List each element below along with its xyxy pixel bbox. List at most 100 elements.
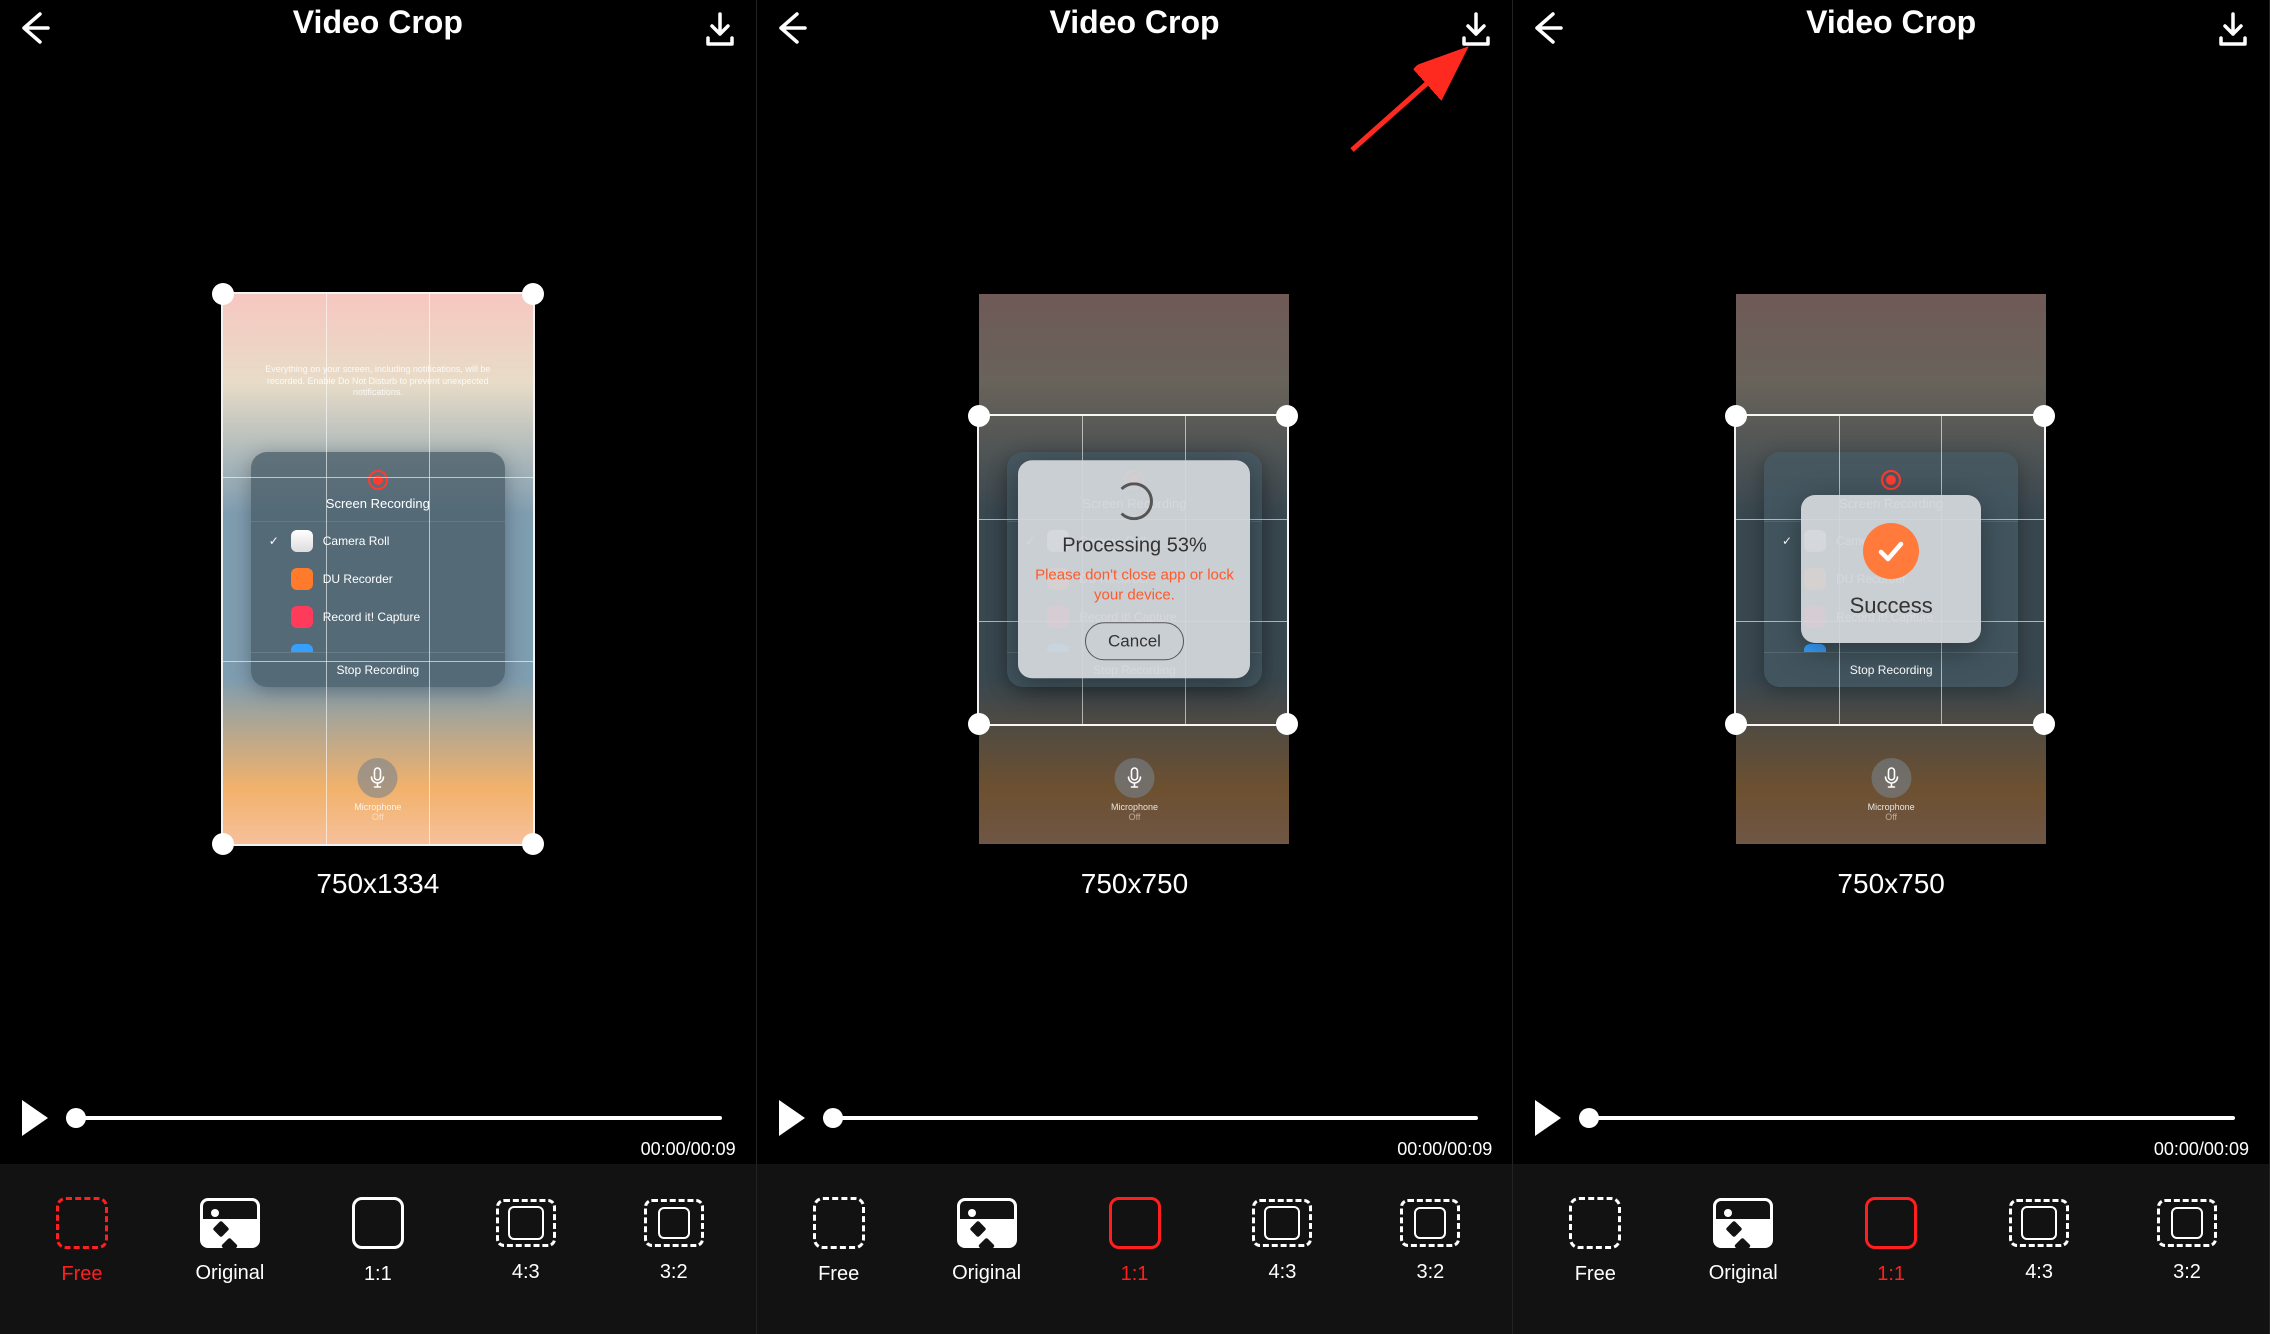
ratio-free[interactable]: Free bbox=[1521, 1197, 1669, 1286]
annotation-arrow bbox=[1342, 40, 1482, 160]
ratio-original-icon bbox=[200, 1198, 260, 1248]
ratio-4-3-icon bbox=[2009, 1199, 2069, 1247]
timecode: 00:00/00:09 bbox=[641, 1139, 736, 1160]
ratio-4-3-icon bbox=[1252, 1199, 1312, 1247]
play-button[interactable] bbox=[1531, 1098, 1565, 1138]
success-check-icon bbox=[1863, 523, 1919, 579]
ratio-original-icon bbox=[957, 1198, 1017, 1248]
screen-1: Video Crop Everything on your screen, in… bbox=[0, 0, 757, 1334]
ratio-3-2[interactable]: 3:2 bbox=[1356, 1199, 1504, 1284]
play-icon bbox=[775, 1098, 809, 1138]
ratio-3-2-icon bbox=[2157, 1199, 2217, 1247]
ratio-1-1[interactable]: 1:1 bbox=[1817, 1197, 1965, 1286]
back-button[interactable] bbox=[1527, 8, 1567, 48]
crop-selection[interactable] bbox=[221, 292, 535, 846]
ratio-original[interactable]: Original bbox=[156, 1198, 304, 1285]
microphone-icon bbox=[1871, 758, 1911, 798]
transport-bar: 00:00/00:09 bbox=[1513, 1078, 2269, 1158]
mic-label: Microphone bbox=[1111, 802, 1158, 812]
screen-2: Video Crop Screen Recording ✓Camera Roll… bbox=[757, 0, 1514, 1334]
crop-handle-br[interactable] bbox=[2033, 713, 2055, 735]
export-button[interactable] bbox=[698, 8, 742, 52]
ratio-4-3[interactable]: 4:3 bbox=[452, 1199, 600, 1284]
crop-handle-bl[interactable] bbox=[212, 833, 234, 855]
download-icon bbox=[698, 8, 742, 52]
success-dialog: Success bbox=[1801, 495, 1981, 643]
ratio-label: 3:2 bbox=[1416, 1261, 1444, 1284]
play-icon bbox=[18, 1098, 52, 1138]
ratio-4-3[interactable]: 4:3 bbox=[1208, 1199, 1356, 1284]
microphone-indicator: Microphone Off bbox=[1868, 758, 1915, 822]
crop-handle-bl[interactable] bbox=[968, 713, 990, 735]
processing-title: Processing 53% bbox=[1034, 534, 1234, 557]
preview-area: Screen Recording ✓Camera Roll DU Recorde… bbox=[757, 60, 1513, 1078]
header: Video Crop bbox=[1513, 0, 2269, 60]
ratio-1-1-icon bbox=[1865, 1197, 1917, 1249]
back-arrow-icon bbox=[771, 8, 811, 48]
crop-handle-tr[interactable] bbox=[1276, 405, 1298, 427]
ratio-1-1[interactable]: 1:1 bbox=[304, 1197, 452, 1286]
ratio-3-2[interactable]: 3:2 bbox=[600, 1199, 748, 1284]
crop-dimensions: 750x750 bbox=[1736, 868, 2046, 900]
ratio-3-2[interactable]: 3:2 bbox=[2113, 1199, 2261, 1284]
download-icon bbox=[2211, 8, 2255, 52]
timecode: 00:00/00:09 bbox=[2154, 1139, 2249, 1160]
seek-slider[interactable] bbox=[823, 1116, 1479, 1120]
ratio-label: 1:1 bbox=[1121, 1263, 1149, 1286]
processing-dialog: Processing 53% Please don't close app or… bbox=[1018, 460, 1250, 678]
seek-knob[interactable] bbox=[66, 1108, 86, 1128]
ratio-label: 4:3 bbox=[1269, 1261, 1297, 1284]
back-arrow-icon bbox=[14, 8, 54, 48]
ratio-original-icon bbox=[1713, 1198, 1773, 1248]
ratio-label: 1:1 bbox=[364, 1263, 392, 1286]
ratio-original[interactable]: Original bbox=[1669, 1198, 1817, 1285]
video-preview: Everything on your screen, including not… bbox=[223, 294, 533, 844]
crop-handle-tr[interactable] bbox=[2033, 405, 2055, 427]
ratio-toolbar: Free Original 1:1 4:3 3:2 bbox=[0, 1164, 756, 1334]
crop-handle-br[interactable] bbox=[1276, 713, 1298, 735]
back-button[interactable] bbox=[771, 8, 811, 48]
seek-slider[interactable] bbox=[66, 1116, 722, 1120]
seek-knob[interactable] bbox=[1579, 1108, 1599, 1128]
ratio-toolbar: Free Original 1:1 4:3 3:2 bbox=[1513, 1164, 2269, 1334]
ratio-label: Original bbox=[1709, 1262, 1778, 1285]
header: Video Crop bbox=[0, 0, 756, 60]
crop-handle-tl[interactable] bbox=[968, 405, 990, 427]
seek-knob[interactable] bbox=[823, 1108, 843, 1128]
ratio-label: Free bbox=[61, 1263, 102, 1286]
play-button[interactable] bbox=[18, 1098, 52, 1138]
ratio-free-icon bbox=[1569, 1197, 1621, 1249]
screen-3: Video Crop Screen Recording ✓Camera Roll… bbox=[1513, 0, 2270, 1334]
success-title: Success bbox=[1817, 593, 1965, 619]
crop-handle-tr[interactable] bbox=[522, 283, 544, 305]
ratio-free[interactable]: Free bbox=[765, 1197, 913, 1286]
ratio-free-icon bbox=[813, 1197, 865, 1249]
timecode: 00:00/00:09 bbox=[1397, 1139, 1492, 1160]
crop-handle-bl[interactable] bbox=[1725, 713, 1747, 735]
ratio-label: 3:2 bbox=[660, 1261, 688, 1284]
crop-handle-br[interactable] bbox=[522, 833, 544, 855]
export-button[interactable] bbox=[2211, 8, 2255, 52]
page-title: Video Crop bbox=[293, 4, 463, 41]
ratio-toolbar: Free Original 1:1 4:3 3:2 bbox=[757, 1164, 1513, 1334]
play-button[interactable] bbox=[775, 1098, 809, 1138]
cancel-button[interactable]: Cancel bbox=[1085, 622, 1184, 660]
microphone-icon bbox=[1114, 758, 1154, 798]
crop-handle-tl[interactable] bbox=[212, 283, 234, 305]
page-title: Video Crop bbox=[1806, 4, 1976, 41]
ratio-free[interactable]: Free bbox=[8, 1197, 156, 1286]
seek-slider[interactable] bbox=[1579, 1116, 2235, 1120]
transport-bar: 00:00/00:09 bbox=[757, 1078, 1513, 1158]
ratio-4-3[interactable]: 4:3 bbox=[1965, 1199, 2113, 1284]
ratio-label: Original bbox=[195, 1262, 264, 1285]
microphone-indicator: Microphone Off bbox=[1111, 758, 1158, 822]
page-title: Video Crop bbox=[1049, 4, 1219, 41]
ratio-label: 4:3 bbox=[512, 1261, 540, 1284]
crop-handle-tl[interactable] bbox=[1725, 405, 1747, 427]
ratio-free-icon bbox=[56, 1197, 108, 1249]
ratio-original[interactable]: Original bbox=[913, 1198, 1061, 1285]
preview-area: Everything on your screen, including not… bbox=[0, 60, 756, 1078]
back-button[interactable] bbox=[14, 8, 54, 48]
ratio-1-1[interactable]: 1:1 bbox=[1061, 1197, 1209, 1286]
ratio-1-1-icon bbox=[352, 1197, 404, 1249]
